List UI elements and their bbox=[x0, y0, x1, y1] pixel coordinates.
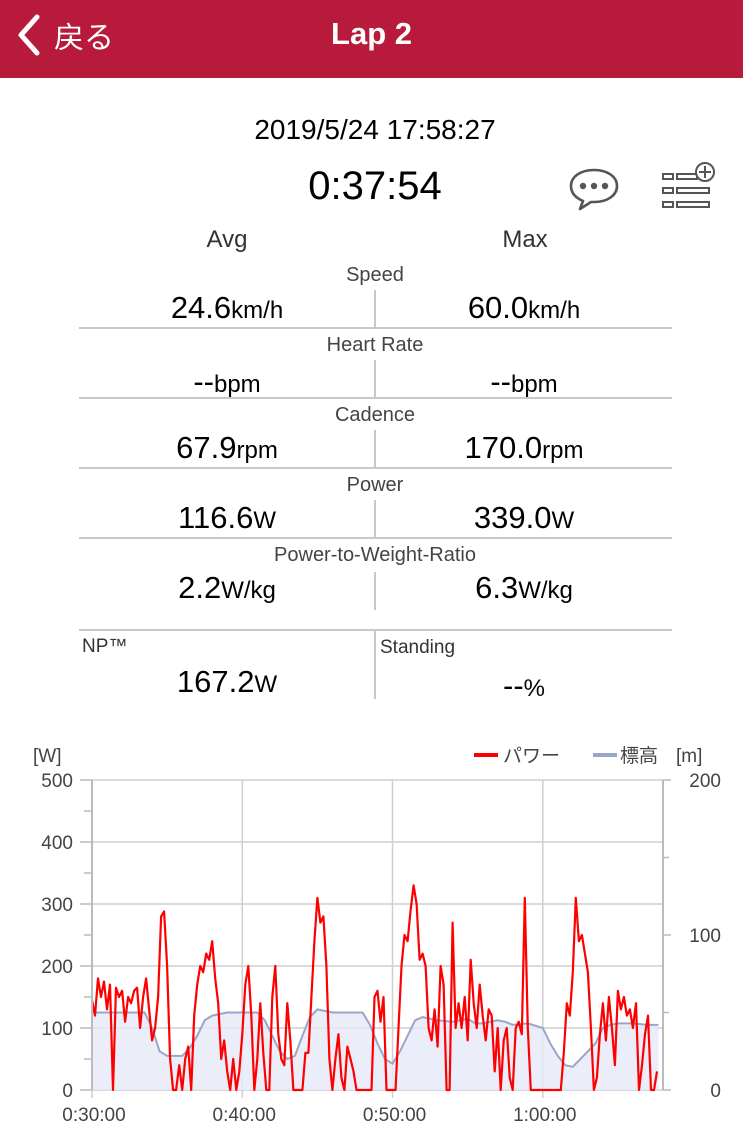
speed-avg-unit: km/h bbox=[231, 297, 284, 324]
power-avg-value: 116.6 bbox=[178, 500, 254, 535]
speed-max-unit: km/h bbox=[528, 297, 581, 324]
y-left-tick-label: 500 bbox=[41, 771, 73, 792]
power-avg-unit: W bbox=[253, 507, 276, 534]
divider bbox=[374, 430, 376, 468]
cadence-max-value: 170.0 bbox=[464, 430, 543, 465]
legend-label-elevation: 標高 bbox=[620, 745, 658, 767]
pwr-avg-unit: W/kg bbox=[221, 577, 276, 604]
y-left-tick-label: 0 bbox=[62, 1081, 73, 1102]
standing-value-group: --% bbox=[376, 668, 672, 704]
speed-max: 60.0km/h bbox=[376, 290, 672, 326]
legend-label-power: パワー bbox=[503, 745, 560, 767]
standing-value: -- bbox=[503, 668, 524, 703]
np-value: 167.2 bbox=[176, 664, 255, 699]
divider bbox=[79, 467, 672, 469]
x-tick-label: 1:00:00 bbox=[513, 1105, 576, 1126]
cadence-max: 170.0rpm bbox=[376, 430, 672, 466]
pwr-max-value: 6.3 bbox=[475, 570, 519, 605]
cadence-max-unit: rpm bbox=[542, 437, 584, 464]
heart-rate-avg-value: -- bbox=[193, 364, 214, 399]
heart-rate-max-value: -- bbox=[490, 364, 511, 399]
power-max: 339.0W bbox=[376, 500, 672, 536]
divider bbox=[374, 572, 376, 610]
pwr-max-unit: W/kg bbox=[518, 577, 573, 604]
heart-rate-label: Heart Rate bbox=[326, 334, 424, 356]
y-right-tick-label: 100 bbox=[689, 926, 721, 947]
power-avg: 116.6W bbox=[79, 500, 375, 536]
divider bbox=[79, 397, 672, 399]
avg-column-header: Avg bbox=[206, 226, 248, 253]
y-right-unit: [m] bbox=[676, 746, 702, 767]
speech-bubble-icon[interactable] bbox=[567, 166, 621, 212]
cadence-label: Cadence bbox=[334, 404, 416, 426]
cadence-avg-value: 67.9 bbox=[176, 430, 237, 465]
y-left-tick-label: 100 bbox=[41, 1019, 73, 1040]
divider bbox=[79, 327, 672, 329]
heart-rate-max-unit: bpm bbox=[510, 371, 558, 398]
cadence-avg-unit: rpm bbox=[236, 437, 278, 464]
speed-avg-value: 24.6 bbox=[170, 290, 232, 325]
standing-label: Standing bbox=[380, 637, 456, 658]
max-column-header: Max bbox=[502, 226, 548, 253]
y-left-tick-label: 400 bbox=[41, 833, 73, 854]
divider bbox=[374, 290, 376, 328]
list-add-icon[interactable] bbox=[661, 160, 717, 212]
y-right-tick-label: 0 bbox=[710, 1081, 721, 1102]
heart-rate-avg-unit: bpm bbox=[213, 371, 261, 398]
pwr-avg: 2.2W/kg bbox=[79, 570, 375, 606]
y-right-tick-label: 200 bbox=[689, 771, 721, 792]
pwr-label: Power-to-Weight-Ratio bbox=[274, 544, 476, 566]
y-left-tick-label: 300 bbox=[41, 895, 73, 916]
heart-rate-max: --bpm bbox=[376, 364, 672, 400]
lap-duration: 0:37:54 bbox=[308, 164, 442, 208]
heart-rate-avg: --bpm bbox=[79, 364, 375, 400]
pwr-max: 6.3W/kg bbox=[376, 570, 672, 606]
lap-datetime: 2019/5/24 17:58:27 bbox=[254, 114, 496, 145]
x-tick-label: 0:40:00 bbox=[213, 1105, 276, 1126]
power-max-unit: W bbox=[551, 507, 575, 534]
y-left-unit: [W] bbox=[33, 746, 62, 767]
divider bbox=[374, 500, 376, 538]
y-left-tick-label: 200 bbox=[41, 957, 73, 978]
divider bbox=[374, 360, 376, 398]
divider bbox=[374, 631, 376, 699]
np-value-group: 167.2W bbox=[79, 664, 375, 700]
power-max-value: 339.0 bbox=[473, 500, 552, 535]
cadence-avg: 67.9rpm bbox=[79, 430, 375, 466]
np-label: NP™ bbox=[82, 636, 128, 657]
power-elevation-chart: 0 100 200 300 400 500 0 100 200 0:30:00 0:40:00 0:5… bbox=[33, 745, 721, 1126]
pwr-avg-value: 2.2 bbox=[178, 570, 222, 605]
divider bbox=[79, 537, 672, 539]
page-title: Lap 2 bbox=[331, 16, 412, 51]
speed-max-value: 60.0 bbox=[467, 290, 529, 325]
header-bar: 戻る Lap 2 bbox=[0, 0, 743, 78]
x-tick-label: 0:30:00 bbox=[62, 1105, 125, 1126]
np-unit: W bbox=[254, 671, 278, 698]
speed-avg: 24.6km/h bbox=[79, 290, 375, 326]
x-tick-label: 0:50:00 bbox=[363, 1105, 426, 1126]
standing-unit: % bbox=[523, 675, 545, 702]
speed-label: Speed bbox=[346, 264, 404, 286]
power-label: Power bbox=[346, 474, 404, 496]
